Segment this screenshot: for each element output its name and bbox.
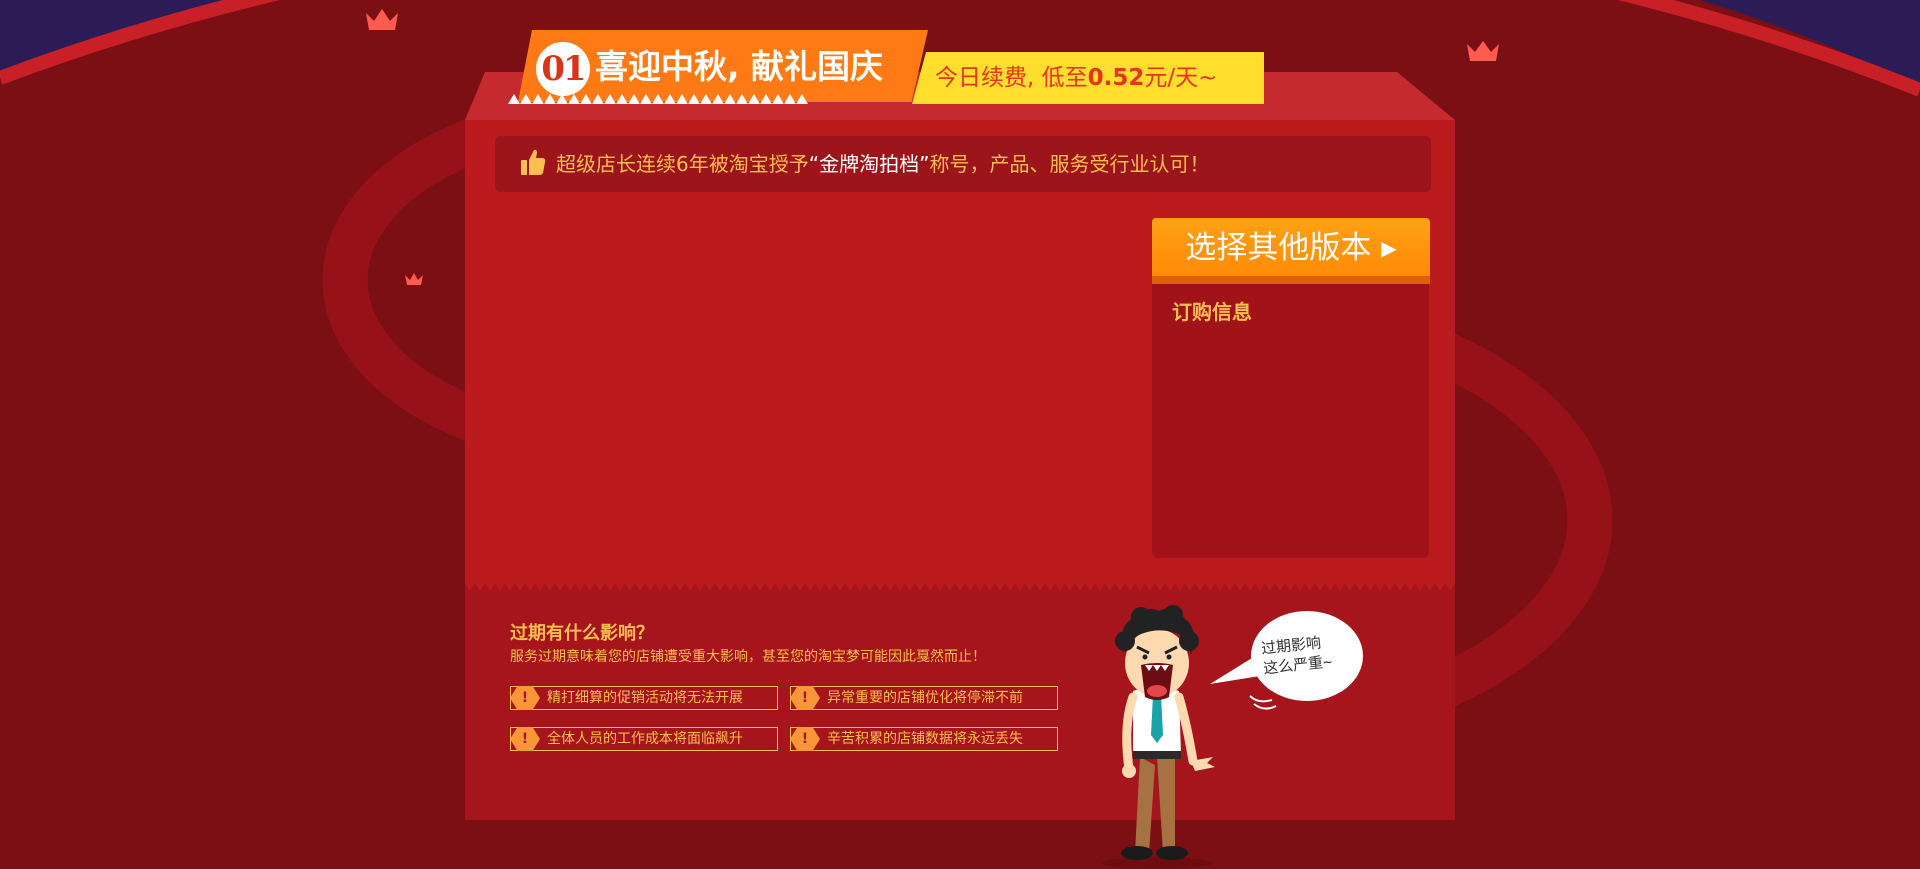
zigzag-divider bbox=[465, 583, 1455, 593]
expiry-title: 过期有什么影响？ bbox=[510, 623, 654, 644]
number-badge: 01 bbox=[536, 42, 590, 96]
warning-item: ! 精打细算的促销活动将无法开展 bbox=[510, 686, 778, 710]
warning-icon: ! bbox=[510, 686, 540, 710]
select-version-label: 选择其他版本 bbox=[1185, 230, 1372, 266]
expiry-description: 服务过期意味着您的店铺遭受重大影响，甚至您的淘宝梦可能因此戛然而止！ bbox=[510, 649, 986, 665]
banner-teeth-decoration bbox=[508, 93, 808, 104]
crown-icon bbox=[405, 273, 423, 285]
warning-icon: ! bbox=[510, 727, 540, 751]
warning-item: ! 全体人员的工作成本将面临飙升 bbox=[510, 727, 778, 751]
crown-icon bbox=[366, 9, 398, 30]
warning-item: ! 辛苦积累的店铺数据将永远丢失 bbox=[790, 727, 1058, 751]
warning-icon: ! bbox=[790, 727, 820, 751]
crown-icon bbox=[1467, 41, 1499, 61]
promo-title: 喜迎中秋, 献礼国庆 bbox=[595, 47, 884, 86]
order-info-title: 订购信息 bbox=[1172, 300, 1252, 324]
warning-icon: ! bbox=[790, 686, 820, 710]
warning-item: ! 异常重要的店铺优化将停滞不前 bbox=[790, 686, 1058, 710]
promo-price-text: 今日续费, 低至0.52元/天~ bbox=[935, 65, 1218, 91]
notice-text: 超级店长连续6年被淘宝授予“金牌淘拍档”称号，产品、服务受行业认可！ bbox=[556, 152, 1210, 176]
thumbs-up-icon bbox=[521, 149, 546, 175]
select-version-button[interactable]: 选择其他版本 ▶ bbox=[1152, 218, 1430, 284]
play-arrow-icon: ▶ bbox=[1381, 236, 1397, 260]
